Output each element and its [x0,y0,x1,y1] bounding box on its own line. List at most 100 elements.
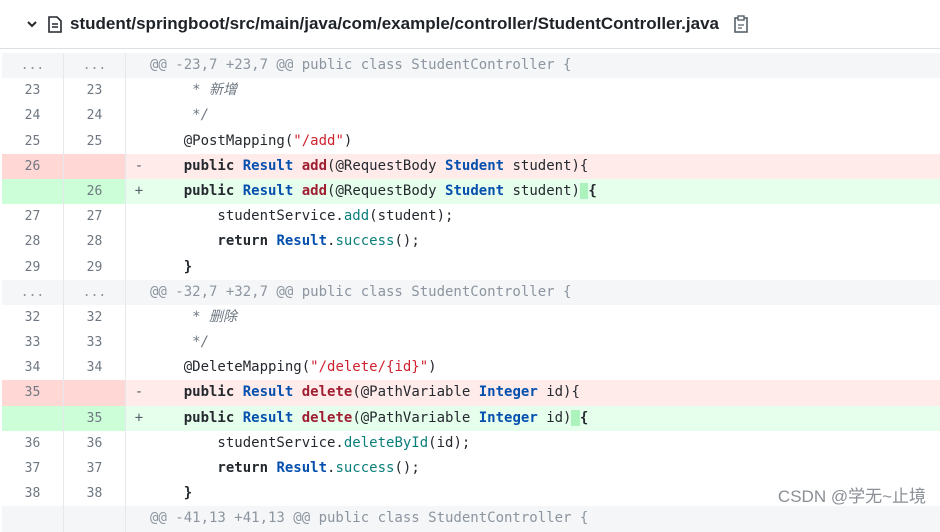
code-string: "/delete/{id}" [310,359,429,376]
old-line-number: 25 [2,128,64,154]
clipboard-copy-icon[interactable] [731,13,751,35]
new-line-number: 24 [64,103,126,129]
old-line-number: 29 [2,254,64,280]
diff-sign [126,78,150,103]
new-line-number [64,153,126,179]
code-line: 37 37 return Result.success(); [2,456,940,482]
code-punct: ) [343,132,353,149]
code-line: 33 33 */ [2,330,940,356]
code-line: 24 24 */ [2,103,940,129]
code-text: */ [150,334,210,351]
code-function: delete [301,384,353,401]
added-line: 35 + public Result delete(@PathVariable … [2,405,940,431]
deleted-line: 26 - public Result add(@RequestBody Stud… [2,153,940,179]
code-type: Result [276,460,328,476]
code-method: success [335,460,395,476]
old-line-number: 35 [2,380,64,406]
code-line: 36 36 studentService.deleteById(id); [2,430,940,456]
code-punct: ) [428,359,437,376]
old-line-number: 26 [2,153,64,179]
old-line-number: 37 [2,456,64,482]
code-type: Integer [478,384,538,401]
added-highlight [571,409,580,426]
hunk-header[interactable]: ... ... @@ -32,7 +32,7 @@ public class S… [2,279,940,305]
code-function: add [301,182,328,199]
new-line-number: 36 [64,430,126,456]
diff-sign [126,103,150,128]
new-line-number: 32 [64,304,126,331]
new-line-number: 35 [64,405,126,431]
code-params: (@RequestBody [327,157,446,174]
diff-sign [126,481,150,506]
code-type: Result [242,182,294,199]
code-keyword: return [150,460,277,476]
code-type: Result [276,233,328,250]
diff-view: ... ... @@ -23,7 +23,7 @@ public class S… [2,53,940,532]
code-args: (id); [428,434,471,451]
old-line-number: 33 [2,330,64,356]
code-type: Result [242,157,294,174]
new-line-number [64,380,126,406]
new-line-number: 38 [64,481,126,507]
watermark: CSDN @学无~止境 [777,487,926,506]
new-line-number: 33 [64,330,126,356]
diff-sign [126,456,150,481]
old-line-number: 36 [2,430,64,456]
code-params: (@RequestBody [327,182,446,199]
deleted-line: 35 - public Result delete(@PathVariable … [2,380,940,406]
hunk-header[interactable]: ... ... @@ -23,7 +23,7 @@ public class S… [2,53,940,79]
code-params: id){ [537,384,580,401]
code-text: studentService.deleteById(id); [150,431,940,456]
code-text: @PostMapping("/add") [150,129,940,154]
new-line-number: ... [64,53,126,79]
code-keyword: public [150,409,243,426]
old-line-number [2,405,64,431]
diff-sign [126,229,150,254]
code-line: 34 34 @DeleteMapping("/delete/{id}") [2,355,940,381]
code-text: return Result.success(); [150,229,940,254]
code-params: student) [504,182,580,199]
diff-sign: - [134,384,144,401]
diff-sign [126,355,150,380]
hunk-text: @@ -32,7 +32,7 @@ public class StudentCo… [150,283,572,300]
old-line-number: ... [2,279,64,305]
old-line-number: 24 [2,103,64,129]
diff-sign [126,506,150,531]
old-line-number: 27 [2,204,64,230]
new-line-number: 34 [64,355,126,381]
code-text: public Result delete(@PathVariable Integ… [150,406,940,431]
new-line-number: 29 [64,254,126,280]
new-line-number: 37 [64,456,126,482]
code-type: Student [445,157,505,174]
hunk-header[interactable]: @@ -41,13 +41,13 @@ public class Student… [2,506,940,532]
code-method: success [335,233,395,250]
code-text: studentService.add(student); [150,204,940,229]
code-keyword: public [150,384,243,401]
old-line-number [2,178,64,205]
diff-sign [126,53,150,78]
code-object: studentService. [150,434,344,451]
diff-sign [126,330,150,355]
hunk-text: @@ -41,13 +41,13 @@ public class Student… [150,510,589,527]
code-line: 29 29 } [2,254,940,280]
code-type: Integer [478,409,538,426]
chevron-down-icon[interactable] [22,14,42,34]
code-line: 28 28 return Result.success(); [2,229,940,255]
diff-sign: - [134,157,144,174]
code-keyword: public [150,182,243,199]
old-line-number: 38 [2,481,64,507]
diff-sign [126,305,150,330]
code-method: deleteById [343,434,429,451]
code-line: 23 23 * 新增 [2,78,940,104]
code-annotation: @PostMapping( [150,132,294,149]
code-text: public Result delete(@PathVariable Integ… [150,380,940,405]
code-line: 27 27 studentService.add(student); [2,204,940,230]
old-line-number: ... [2,53,64,79]
old-line-number: 34 [2,355,64,381]
old-line-number: 28 [2,229,64,255]
code-text: public Result add(@RequestBody Student s… [150,179,940,204]
file-path[interactable]: student/springboot/src/main/java/com/exa… [70,14,719,34]
code-text: * 新增 [150,82,238,99]
code-text: public Result add(@RequestBody Student s… [150,154,940,179]
new-line-number: 23 [64,78,126,104]
